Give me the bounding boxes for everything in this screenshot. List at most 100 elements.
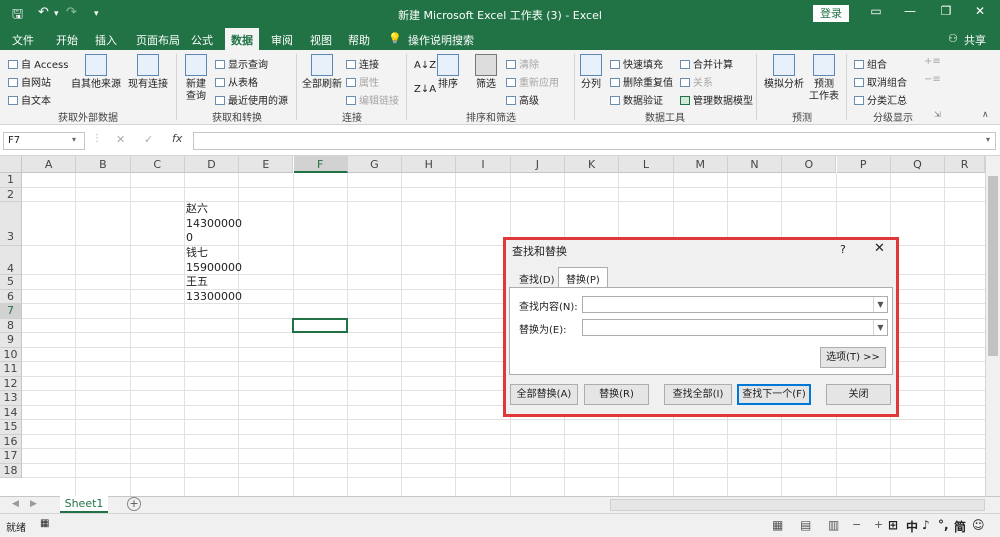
row-header-4[interactable]: 4 — [0, 246, 22, 275]
text-to-columns-button[interactable]: 分列 — [578, 54, 604, 91]
refresh-all-button[interactable]: 全部刷新 — [300, 54, 344, 91]
row-header-10[interactable]: 10 — [0, 347, 22, 362]
column-header-b[interactable]: B — [76, 156, 131, 173]
column-header-j[interactable]: J — [510, 156, 565, 173]
enter-icon[interactable]: ✓ — [144, 133, 153, 146]
zoom-in-button[interactable]: + — [874, 518, 883, 531]
row-header-8[interactable]: 8 — [0, 318, 22, 333]
macro-record-icon[interactable]: ▦ — [40, 518, 49, 529]
tab-formulas[interactable]: 公式 — [191, 32, 213, 48]
relationships-button[interactable]: 关系 — [680, 74, 713, 89]
column-header-l[interactable]: L — [619, 156, 674, 173]
login-button[interactable]: 登录 — [813, 5, 849, 22]
tab-review[interactable]: 审阅 — [271, 32, 293, 48]
scroll-sheets-left-icon[interactable]: ◀ — [12, 499, 19, 509]
close-button[interactable]: 关闭 — [826, 384, 891, 405]
group-button[interactable]: 组合 — [854, 56, 887, 71]
ime-toolbar-icon[interactable]: ⊞ — [888, 518, 898, 532]
horizontal-scrollbar[interactable] — [610, 499, 985, 511]
reapply-button[interactable]: 重新应用 — [506, 74, 559, 89]
formula-input[interactable] — [193, 132, 996, 150]
sort-button[interactable]: 排序 — [436, 54, 460, 91]
from-access-button[interactable]: 自 Access — [8, 56, 68, 71]
column-header-r[interactable]: R — [945, 156, 985, 173]
column-header-a[interactable]: A — [22, 156, 77, 173]
column-header-c[interactable]: C — [130, 156, 185, 173]
row-header-1[interactable]: 1 — [0, 173, 22, 188]
column-header-e[interactable]: E — [239, 156, 294, 173]
replace-button[interactable]: 替换(R) — [584, 384, 649, 405]
row-header-9[interactable]: 9 — [0, 333, 22, 348]
window-close-icon[interactable]: ✕ — [970, 4, 990, 18]
row-header-5[interactable]: 5 — [0, 275, 22, 290]
tab-file[interactable]: 文件 — [12, 32, 34, 48]
column-header-f[interactable]: F — [293, 156, 348, 173]
find-history-dropdown-icon[interactable]: ▼ — [873, 297, 887, 312]
hide-detail-icon[interactable]: −≡ — [924, 74, 941, 85]
sort-za-icon[interactable]: Z↓A — [414, 84, 436, 95]
tab-page-layout[interactable]: 页面布局 — [136, 32, 180, 48]
tell-me-search[interactable]: 操作说明搜索 — [408, 32, 474, 48]
ribbon-display-icon[interactable]: ▭ — [866, 4, 886, 18]
column-header-n[interactable]: N — [727, 156, 783, 173]
row-header-16[interactable]: 16 — [0, 434, 22, 449]
ime-punctuation-icon[interactable]: ♪ — [922, 518, 930, 532]
row-header-2[interactable]: 2 — [0, 187, 22, 202]
from-web-button[interactable]: 自网站 — [8, 74, 51, 89]
edit-links-button[interactable]: 编辑链接 — [346, 92, 399, 107]
connections-button[interactable]: 连接 — [346, 56, 379, 71]
row-header-18[interactable]: 18 — [0, 463, 22, 478]
show-queries-button[interactable]: 显示查询 — [215, 56, 268, 71]
page-break-view-icon[interactable]: ▥ — [828, 518, 839, 532]
from-table-button[interactable]: 从表格 — [215, 74, 258, 89]
collapse-ribbon-icon[interactable]: ∧ — [982, 110, 989, 120]
share-button[interactable]: 共享 — [964, 32, 986, 48]
column-header-q[interactable]: Q — [890, 156, 946, 173]
find-next-button[interactable]: 查找下一个(F) — [737, 384, 811, 405]
dialog-help-button[interactable]: ? — [840, 243, 846, 256]
cell-d5[interactable]: 王五 13300000 — [186, 275, 242, 304]
existing-connections-button[interactable]: 现有连接 — [126, 54, 170, 91]
insert-function-icon[interactable]: fx — [172, 132, 182, 145]
tab-find[interactable]: 查找(D) — [512, 268, 562, 287]
from-text-button[interactable]: 自文本 — [8, 92, 51, 107]
normal-view-icon[interactable]: ▦ — [772, 518, 783, 532]
filter-button[interactable]: 筛选 — [472, 54, 500, 91]
zoom-out-button[interactable]: − — [852, 518, 861, 531]
tab-home[interactable]: 开始 — [56, 32, 78, 48]
replace-all-button[interactable]: 全部替换(A) — [510, 384, 578, 405]
tab-insert[interactable]: 插入 — [95, 32, 117, 48]
column-header-k[interactable]: K — [565, 156, 620, 173]
row-header-17[interactable]: 17 — [0, 449, 22, 464]
from-other-sources-button[interactable]: 自其他来源 — [70, 54, 122, 91]
column-header-i[interactable]: I — [456, 156, 511, 173]
name-box-dropdown-icon[interactable]: ▾ — [72, 135, 76, 144]
dialog-close-icon[interactable]: ✕ — [874, 241, 885, 256]
cell-d3[interactable]: 赵六 14300000 0 — [186, 202, 242, 246]
options-button[interactable]: 选项(T) >> — [820, 347, 886, 368]
minimize-icon[interactable]: — — [900, 4, 920, 18]
row-header-15[interactable]: 15 — [0, 420, 22, 435]
row-header-12[interactable]: 12 — [0, 376, 22, 391]
column-header-p[interactable]: P — [836, 156, 891, 173]
new-query-button[interactable]: 新建 查询 — [180, 54, 212, 103]
row-header-6[interactable]: 6 — [0, 289, 22, 304]
share-icon[interactable]: ⚇ — [948, 32, 958, 45]
page-layout-view-icon[interactable]: ▤ — [800, 518, 811, 532]
expand-formula-bar-icon[interactable]: ▾ — [986, 135, 990, 144]
flash-fill-button[interactable]: 快速填充 — [610, 56, 663, 71]
show-detail-icon[interactable]: +≡ — [924, 56, 941, 67]
clear-button[interactable]: 清除 — [506, 56, 539, 71]
find-all-button[interactable]: 查找全部(I) — [664, 384, 732, 405]
row-header-14[interactable]: 14 — [0, 405, 22, 420]
consolidate-button[interactable]: 合并计算 — [680, 56, 733, 71]
tab-data[interactable]: 数据 — [225, 28, 259, 50]
forecast-sheet-button[interactable]: 预测 工作表 — [806, 54, 842, 103]
tab-help[interactable]: 帮助 — [348, 32, 370, 48]
ime-chinese-mode[interactable]: 中 — [906, 518, 918, 535]
scroll-sheets-right-icon[interactable]: ▶ — [30, 499, 37, 509]
what-if-analysis-button[interactable]: 模拟分析 — [762, 54, 806, 91]
ime-simplified-mode[interactable]: 简 — [954, 518, 966, 535]
cell-d4[interactable]: 钱七 15900000 — [186, 246, 242, 275]
dialog-launcher-icon[interactable]: ⇲ — [934, 110, 941, 119]
